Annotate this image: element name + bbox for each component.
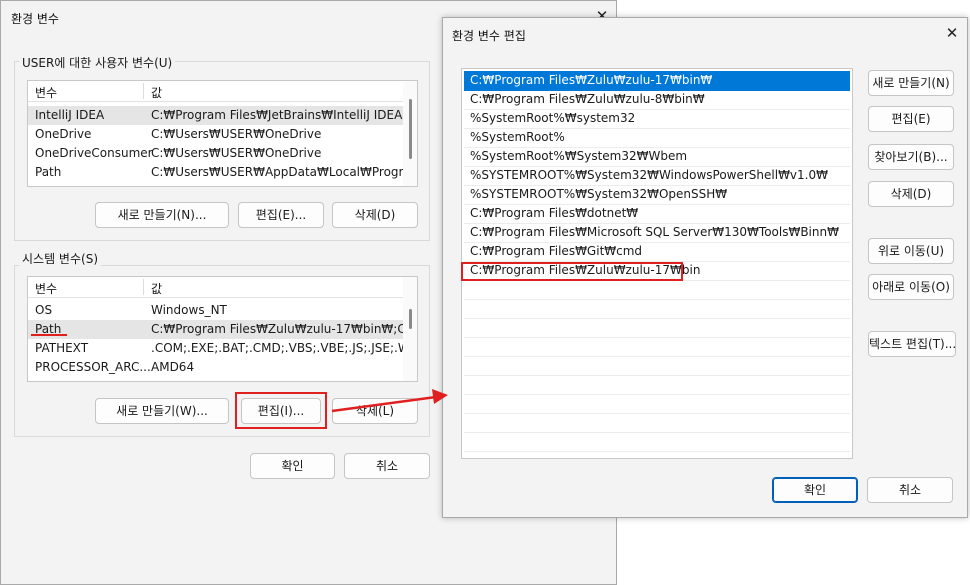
list-item	[464, 432, 850, 452]
user-edit-button[interactable]: 편집(E)...	[238, 202, 324, 228]
user-vars-list[interactable]: 변수 값 IntelliJ IDEA C:₩Program Files₩JetB…	[27, 80, 418, 187]
table-row[interactable]: OS Windows_NT	[28, 301, 403, 320]
list-item[interactable]: %SYSTEMROOT%₩System32₩OpenSSH₩	[464, 185, 850, 205]
table-row[interactable]: PATHEXT .COM;.EXE;.BAT;.CMD;.VBS;.VBE;.J…	[28, 339, 417, 358]
table-row[interactable]: OneDriveConsumer C:₩Users₩USER₩OneDrive	[28, 144, 403, 163]
user-vars-header: 변수 값	[28, 81, 403, 102]
move-down-button[interactable]: 아래로 이동(O)	[868, 274, 954, 300]
scroll-thumb[interactable]	[409, 99, 412, 159]
user-new-button[interactable]: 새로 만들기(N)...	[95, 202, 229, 228]
list-item	[464, 375, 850, 395]
list-item[interactable]: C:₩Program Files₩Zulu₩zulu-8₩bin₩	[464, 90, 850, 110]
list-item[interactable]: %SystemRoot%₩System32₩Wbem	[464, 147, 850, 167]
list-item	[464, 299, 850, 319]
list-item[interactable]: %SystemRoot%₩system32	[464, 109, 850, 129]
new-path-highlight	[461, 262, 683, 281]
system-vars-header: 변수 값	[28, 277, 403, 298]
cancel-button[interactable]: 취소	[867, 477, 953, 503]
table-row[interactable]: OneDrive C:₩Users₩USER₩OneDrive	[28, 125, 403, 144]
close-icon[interactable]: ✕	[943, 24, 961, 42]
table-row[interactable]: Path C:₩Program Files₩Zulu₩zulu-17₩bin₩;…	[28, 320, 417, 339]
column-value: 값	[151, 86, 163, 100]
path-underline-annotation	[31, 334, 67, 336]
arrow-annotation-icon	[331, 389, 448, 413]
edit-env-var-dialog: 환경 변수 편집 ✕ C:₩Program Files₩Zulu₩zulu-17…	[442, 17, 968, 518]
column-variable: 변수	[35, 86, 58, 100]
list-item[interactable]: C:₩Program Files₩Git₩cmd	[464, 242, 850, 262]
user-vars-group-label: USER에 대한 사용자 변수(U)	[19, 54, 176, 71]
delete-path-button[interactable]: 삭제(D)	[868, 181, 954, 207]
ok-button[interactable]: 확인	[772, 477, 858, 503]
table-row[interactable]: IntelliJ IDEA C:₩Program Files₩JetBrains…	[28, 106, 417, 125]
list-item[interactable]: %SYSTEMROOT%₩System32₩WindowsPowerShell₩…	[464, 166, 850, 186]
new-path-button[interactable]: 새로 만들기(N)	[868, 70, 954, 96]
system-vars-list[interactable]: 변수 값 OS Windows_NT Path C:₩Program Files…	[27, 276, 418, 382]
column-variable: 변수	[35, 282, 58, 296]
edit-text-button[interactable]: 텍스트 편집(T)...	[868, 331, 956, 357]
list-item[interactable]: C:₩Program Files₩Zulu₩zulu-17₩bin₩	[464, 71, 850, 91]
system-new-button[interactable]: 새로 만들기(W)...	[95, 398, 229, 424]
list-item	[464, 337, 850, 357]
move-up-button[interactable]: 위로 이동(U)	[868, 238, 954, 264]
user-delete-button[interactable]: 삭제(D)	[332, 202, 418, 228]
system-vars-group-label: 시스템 변수(S)	[19, 250, 101, 267]
env-vars-dialog-title: 환경 변수	[11, 12, 59, 26]
edit-button-highlight	[235, 392, 327, 429]
list-item	[464, 318, 850, 338]
table-row[interactable]: Path C:₩Users₩USER₩AppData₩Local₩Program…	[28, 163, 417, 182]
list-item[interactable]: C:₩Program Files₩dotnet₩	[464, 204, 850, 224]
scroll-thumb[interactable]	[409, 309, 412, 329]
system-vars-scrollbar[interactable]	[403, 277, 417, 381]
list-item[interactable]: C:₩Program Files₩Microsoft SQL Server₩13…	[464, 223, 850, 243]
ok-button[interactable]: 확인	[250, 453, 335, 479]
edit-env-var-dialog-title: 환경 변수 편집	[452, 29, 526, 43]
user-vars-scrollbar[interactable]	[403, 81, 417, 186]
list-item	[464, 280, 850, 300]
list-item	[464, 394, 850, 414]
list-item[interactable]: %SystemRoot%	[464, 128, 850, 148]
edit-path-button[interactable]: 편집(E)	[868, 106, 954, 132]
list-item	[464, 413, 850, 433]
browse-button[interactable]: 찾아보기(B)...	[868, 144, 954, 170]
table-row[interactable]: PROCESSOR_ARC... AMD64	[28, 358, 403, 377]
cancel-button[interactable]: 취소	[344, 453, 430, 479]
column-value: 값	[151, 282, 163, 296]
list-item	[464, 356, 850, 376]
